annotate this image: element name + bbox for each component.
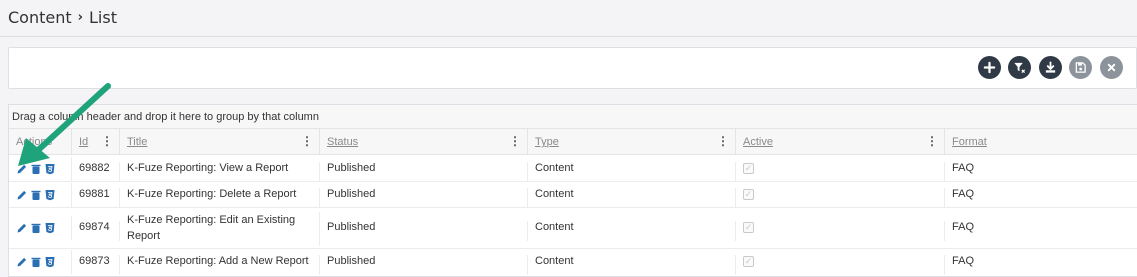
checkbox-checked: ✓ — [743, 222, 754, 233]
cell-active: ✓ — [736, 221, 945, 241]
cell-status: Published — [320, 221, 528, 241]
close-icon — [1107, 63, 1116, 72]
group-drop-zone[interactable]: Drag a column header and drop it here to… — [9, 105, 1137, 129]
plus-icon — [983, 61, 996, 74]
cell-id: 69882 — [72, 162, 120, 182]
clear-filter-button[interactable] — [1008, 56, 1031, 79]
download-icon — [1045, 61, 1056, 73]
row-actions — [9, 183, 72, 207]
column-menu-icon[interactable]: ⋮ — [717, 135, 729, 147]
pencil-icon[interactable] — [16, 222, 28, 234]
cell-active: ✓ — [736, 162, 945, 182]
page-header: Content › List — [0, 0, 1137, 37]
pencil-icon[interactable] — [16, 256, 28, 268]
checkbox-checked: ✓ — [743, 189, 754, 200]
html5-icon[interactable] — [44, 256, 56, 268]
cell-format: FAQ — [952, 162, 975, 174]
row-actions — [9, 216, 72, 240]
download-button[interactable] — [1039, 56, 1062, 79]
trash-icon[interactable] — [30, 163, 42, 175]
grid-toolbar — [8, 47, 1137, 89]
column-label-active[interactable]: Active — [743, 136, 773, 148]
cell-type: Content — [528, 188, 736, 208]
column-header-type[interactable]: Type ⋮ — [528, 129, 736, 155]
cell-status: Published — [320, 255, 528, 275]
cell-title: K-Fuze Reporting: Edit an Existing Repor… — [120, 212, 320, 246]
breadcrumb-content[interactable]: Content — [8, 8, 72, 27]
cell-title: K-Fuze Reporting: Delete a Report — [120, 188, 320, 208]
cell-type: Content — [528, 255, 736, 275]
cell-title: K-Fuze Reporting: View a Report — [120, 162, 320, 182]
row-actions — [9, 250, 72, 274]
chevron-right-icon: › — [77, 10, 83, 25]
cell-active: ✓ — [736, 188, 945, 208]
breadcrumb: Content › List — [8, 8, 117, 27]
column-header-active[interactable]: Active ⋮ — [736, 129, 945, 155]
row-actions — [9, 157, 72, 181]
column-menu-icon[interactable]: ⋮ — [301, 135, 313, 147]
column-label-type[interactable]: Type — [535, 136, 559, 148]
html5-icon[interactable] — [44, 163, 56, 175]
cell-id: 69874 — [72, 221, 120, 241]
row-divider — [9, 181, 1137, 182]
cell-active: ✓ — [736, 255, 945, 275]
filter-clear-icon — [1014, 62, 1026, 74]
html5-icon[interactable] — [44, 189, 56, 201]
cell-title-line: K-Fuze Reporting: Edit an Existing — [127, 214, 296, 226]
column-header-status[interactable]: Status ⋮ — [320, 129, 528, 155]
column-label-id[interactable]: Id — [79, 136, 88, 148]
content-grid: Drag a column header and drop it here to… — [8, 104, 1137, 277]
column-label-format[interactable]: Format — [952, 136, 987, 148]
column-menu-icon[interactable]: ⋮ — [101, 135, 113, 147]
save-button[interactable] — [1069, 56, 1092, 79]
column-header-actions: Actions — [9, 129, 72, 155]
column-label-status[interactable]: Status — [327, 136, 358, 148]
cell-format: FAQ — [952, 221, 975, 233]
trash-icon[interactable] — [30, 222, 42, 234]
checkbox-checked: ✓ — [743, 163, 754, 174]
checkbox-checked: ✓ — [743, 256, 754, 267]
column-menu-icon[interactable]: ⋮ — [509, 135, 521, 147]
column-menu-icon[interactable]: ⋮ — [926, 135, 938, 147]
cell-type: Content — [528, 162, 736, 182]
column-label-title[interactable]: Title — [127, 136, 147, 148]
cell-id: 69881 — [72, 188, 120, 208]
cell-format: FAQ — [952, 255, 975, 267]
add-button[interactable] — [978, 56, 1001, 79]
column-header-format[interactable]: Format — [945, 129, 1137, 155]
cell-type: Content — [528, 221, 736, 241]
column-header-id[interactable]: Id ⋮ — [72, 129, 120, 155]
pencil-icon[interactable] — [16, 189, 28, 201]
column-label-actions: Actions — [16, 136, 53, 148]
row-divider — [9, 207, 1137, 208]
close-button[interactable] — [1100, 56, 1123, 79]
cell-title-line: Report — [127, 230, 161, 242]
pencil-icon[interactable] — [16, 163, 28, 175]
column-header-title[interactable]: Title ⋮ — [120, 129, 320, 155]
cell-status: Published — [320, 188, 528, 208]
trash-icon[interactable] — [30, 189, 42, 201]
cell-title: K-Fuze Reporting: Add a New Report — [120, 255, 320, 275]
trash-icon[interactable] — [30, 256, 42, 268]
html5-icon[interactable] — [44, 222, 56, 234]
row-divider — [9, 248, 1137, 249]
save-icon — [1075, 62, 1086, 73]
cell-format: FAQ — [952, 188, 975, 200]
cell-status: Published — [320, 162, 528, 182]
breadcrumb-list: List — [89, 8, 117, 27]
cell-id: 69873 — [72, 255, 120, 275]
